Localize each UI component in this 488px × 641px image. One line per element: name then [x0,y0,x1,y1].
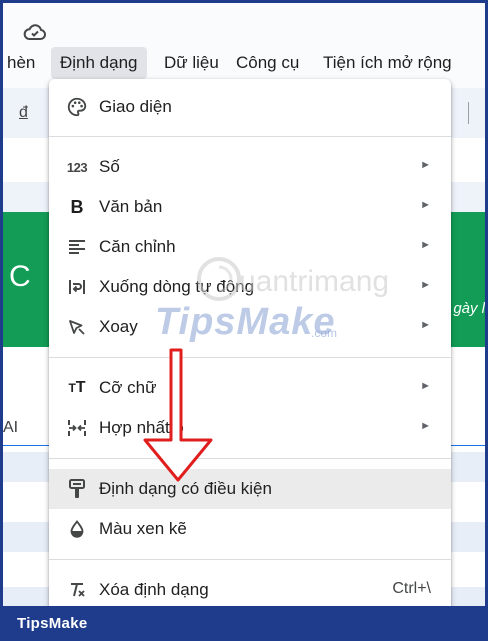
cloud-saved-icon[interactable] [23,20,47,44]
cell-text: AI [3,419,19,436]
app-frame: hèn Định dạng Dữ liệu Công cụ Tiện ích m… [3,3,485,606]
menu-format[interactable]: Định dạng [51,47,147,79]
menu-bar: hèn Định dạng Dữ liệu Công cụ Tiện ích m… [3,47,485,79]
number-123-icon: 123 [66,159,88,175]
menu-item-font-size[interactable]: TT Cỡ chữ ► [49,368,451,408]
watermark-domain: .com [311,326,338,340]
watermark-brand: TipsMake [155,301,336,343]
menu-item-text[interactable]: B Văn bản ► [49,187,451,227]
menu-divider [49,136,451,137]
watermark-logo-icon [197,257,241,301]
submenu-arrow-icon: ► [420,279,431,291]
submenu-arrow-icon: ► [420,420,431,432]
menu-divider [49,357,451,358]
clear-format-icon [65,578,89,602]
menu-item-clear-formatting[interactable]: Xóa định dạng Ctrl+\ [49,570,451,606]
rotate-text-icon [65,315,89,339]
menu-item-label: Xoay [99,317,138,336]
menu-item-label: Xóa định dạng [99,580,209,599]
menu-tools[interactable]: Công cụ [236,47,299,79]
submenu-arrow-icon: ► [420,380,431,392]
watermark-logo-text: uantrimang [239,265,390,298]
menu-item-alignment[interactable]: Căn chỉnh ► [49,227,451,267]
menu-extensions[interactable]: Tiện ích mở rộng [323,47,452,79]
menu-divider [49,458,451,459]
menu-divider [49,559,451,560]
toolbar-divider [468,102,469,124]
submenu-arrow-icon: ► [420,199,431,211]
menu-item-theme[interactable]: Giao diện [49,87,451,127]
header-cell-right-text: gày l [453,300,485,317]
menu-item-alternating-colors[interactable]: Màu xen kẽ [49,509,451,549]
menu-item-label: Văn bản [99,197,163,216]
color-drop-icon [65,517,89,541]
menu-insert[interactable]: hèn [7,47,35,79]
submenu-arrow-icon: ► [420,239,431,251]
menu-item-label: Căn chỉnh [99,237,176,256]
keyboard-shortcut: Ctrl+\ [392,580,431,597]
align-left-icon [65,235,89,259]
menu-item-merge-cells[interactable]: Hợp nhất ô ► [49,408,451,448]
palette-icon [65,95,89,119]
top-bar: hèn Định dạng Dữ liệu Công cụ Tiện ích m… [3,3,485,88]
menu-item-label: Số [99,157,120,176]
currency-format-button[interactable]: đ [19,104,28,122]
footer-bar: TipsMake [0,606,488,641]
menu-item-label: Giao diện [99,97,172,116]
merge-cells-icon [65,416,89,440]
footer-brand: TipsMake [17,615,88,632]
wrap-text-icon [65,275,89,299]
menu-data[interactable]: Dữ liệu [164,47,219,79]
bold-b-icon: B [70,196,84,217]
menu-item-number[interactable]: 123 Số ► [49,147,451,187]
header-cell-text: C [9,260,31,293]
menu-item-conditional-formatting[interactable]: Định dạng có điều kiện [49,469,451,509]
menu-item-label: Màu xen kẽ [99,519,187,538]
font-size-icon: TT [68,379,86,396]
submenu-arrow-icon: ► [420,159,431,171]
paint-format-icon [65,477,89,501]
submenu-arrow-icon: ► [420,319,431,331]
red-arrow-annotation-icon [143,348,213,482]
